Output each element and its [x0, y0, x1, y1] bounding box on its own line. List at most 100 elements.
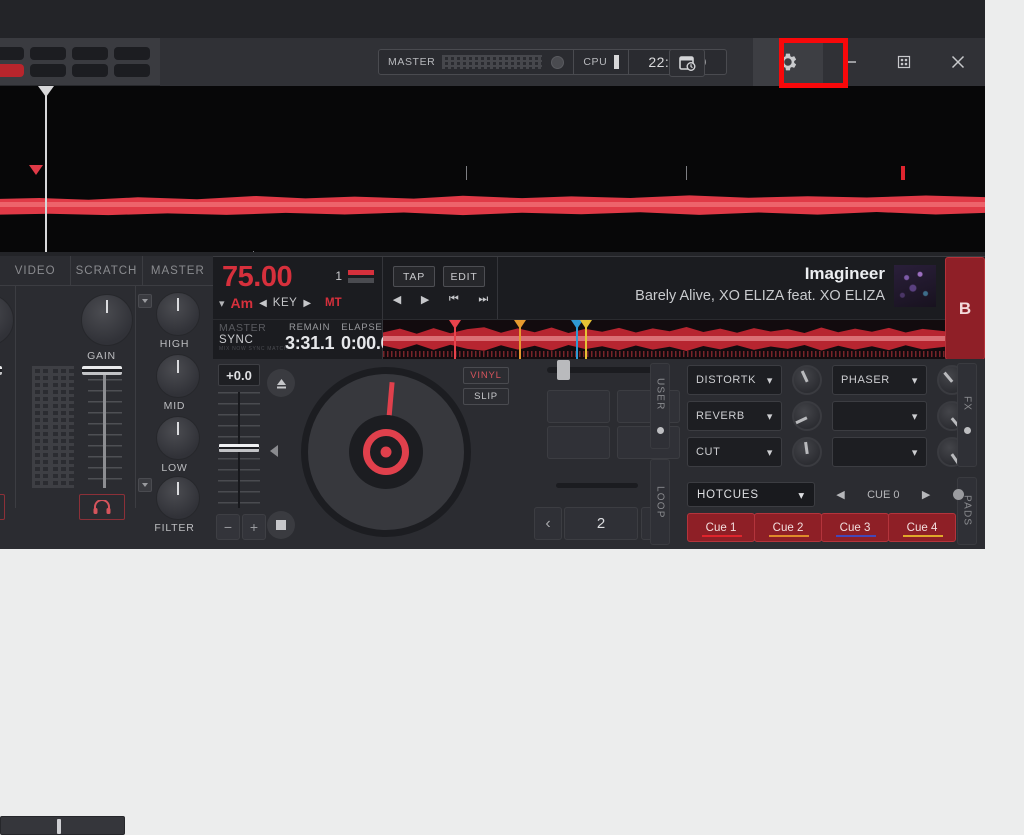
overview-cue-2[interactable] — [514, 320, 526, 360]
sync-column[interactable]: MASTER SYNC MIX NOW SYNC MATCH — [219, 322, 288, 352]
waveform-playhead[interactable] — [45, 86, 47, 252]
tab-master[interactable]: MASTER — [143, 256, 213, 285]
crossfader-strip[interactable] — [0, 816, 125, 835]
hotcue-pad-1[interactable]: Cue 1 — [687, 513, 755, 542]
pitch-fader-track[interactable] — [218, 392, 260, 508]
effect-slider[interactable] — [547, 360, 665, 380]
fx-knob-3[interactable] — [792, 401, 822, 431]
minimize-button[interactable] — [823, 38, 877, 86]
pad-mode-select[interactable]: HOTCUES ▾ — [687, 482, 815, 507]
record-history-button[interactable] — [669, 49, 705, 77]
user-pad-4[interactable] — [617, 426, 680, 459]
fx-knob-5[interactable] — [792, 437, 822, 467]
fx-select-4[interactable]: ▾ — [832, 401, 927, 431]
crossfader-cap[interactable] — [57, 819, 61, 834]
overview-cue-3[interactable] — [570, 320, 583, 360]
master-button[interactable]: MASTER — [219, 322, 288, 334]
master-volume-knob[interactable] — [551, 55, 565, 69]
loop-vertical-tab[interactable]: LOOP — [650, 459, 670, 545]
gain-knob-b[interactable] — [81, 294, 133, 346]
settings-gear-button[interactable] — [753, 38, 823, 86]
fx-select-3[interactable]: REVERB ▾ — [687, 401, 782, 431]
remain-timer[interactable]: REMAIN 3:31.1 — [285, 322, 335, 354]
overview-cue-1[interactable] — [449, 320, 462, 360]
tap-button[interactable]: TAP — [393, 266, 435, 287]
filter-knob[interactable] — [156, 476, 200, 520]
step-back-icon[interactable]: ◀ — [393, 293, 401, 306]
pitch-minus-button[interactable]: − — [216, 514, 240, 540]
hotcue-pad-3[interactable]: Cue 3 — [821, 513, 889, 542]
master-meter-cell[interactable]: MASTER — [379, 50, 575, 74]
mini-pad[interactable] — [114, 47, 150, 60]
waveform-cue-point[interactable] — [29, 165, 43, 175]
chevron-down-icon[interactable]: ▾ — [219, 297, 225, 310]
mini-pad[interactable] — [72, 64, 108, 77]
next-track-icon[interactable]: ⏭ — [478, 293, 488, 306]
fx-select-5[interactable]: CUT ▾ — [687, 437, 782, 467]
gain-knob-a[interactable] — [0, 294, 14, 346]
cue-button-b[interactable] — [79, 494, 125, 520]
restore-button[interactable] — [877, 38, 931, 86]
master-tempo-button[interactable]: MT — [325, 297, 342, 309]
user-pad-2[interactable] — [617, 390, 680, 423]
mini-pad[interactable] — [72, 47, 108, 60]
mid-eq-knob[interactable] — [156, 354, 200, 398]
volume-fader-track-b[interactable] — [100, 368, 110, 488]
fx-select-2[interactable]: PHASER ▾ — [832, 365, 927, 395]
mini-pad-active[interactable] — [0, 64, 24, 77]
user-pad-3[interactable] — [547, 426, 610, 459]
key-up-icon[interactable]: ▶ — [303, 298, 311, 309]
loop-prev-button[interactable]: ‹ — [534, 507, 562, 540]
filter-kill-button[interactable] — [138, 478, 152, 492]
playhead-handle[interactable] — [38, 86, 54, 97]
mini-pad[interactable] — [30, 47, 66, 60]
high-eq-knob[interactable] — [156, 292, 200, 336]
overview-cue-4[interactable] — [579, 320, 592, 360]
main-waveform-display[interactable] — [0, 86, 985, 252]
key-value[interactable]: Am — [231, 295, 254, 311]
pitch-value[interactable]: +0.0 — [218, 364, 260, 386]
cue-record-dot[interactable] — [952, 489, 964, 500]
mini-pad-grid[interactable] — [0, 47, 150, 77]
mini-pad[interactable] — [30, 64, 66, 77]
loop-size-bar[interactable] — [556, 483, 638, 488]
cue-marker[interactable] — [901, 166, 905, 180]
volume-fader-cap-b[interactable] — [81, 366, 122, 375]
pitch-plus-button[interactable]: + — [242, 514, 266, 540]
stop-button[interactable] — [267, 511, 295, 539]
user-vertical-tab[interactable]: USER — [650, 363, 670, 449]
user-pad-1[interactable] — [547, 390, 610, 423]
prev-track-icon[interactable]: ⏮ — [449, 293, 459, 306]
loop-size-value[interactable]: 2 — [564, 507, 638, 540]
vinyl-button[interactable]: VINYL — [463, 367, 509, 384]
fx-select-6[interactable]: ▾ — [832, 437, 927, 467]
mini-pad[interactable] — [0, 47, 24, 60]
cue-next-icon[interactable]: ▶ — [922, 488, 930, 501]
deck-overview-waveform[interactable] — [383, 319, 945, 360]
fx-select-1[interactable]: DISTORTK ▾ — [687, 365, 782, 395]
slip-button[interactable]: SLIP — [463, 388, 509, 405]
jog-wheel[interactable] — [301, 367, 471, 537]
close-button[interactable] — [931, 38, 985, 86]
key-down-icon[interactable]: ◀ — [259, 298, 267, 309]
fx-vertical-tab[interactable]: FX — [957, 363, 977, 467]
eject-button[interactable] — [267, 369, 295, 397]
step-forward-icon[interactable]: ▶ — [421, 293, 429, 306]
slot-bars[interactable] — [348, 269, 374, 283]
sync-button[interactable]: SYNC — [219, 334, 288, 346]
edit-button[interactable]: EDIT — [443, 266, 485, 287]
hotcue-pad-2[interactable]: Cue 2 — [754, 513, 822, 542]
low-eq-knob[interactable] — [156, 416, 200, 460]
volume-fader-cap-a[interactable] — [0, 366, 2, 375]
bpm-value[interactable]: 75.00 — [222, 261, 293, 294]
deck-letter-badge[interactable]: B — [945, 257, 985, 360]
tab-video[interactable]: VIDEO — [0, 256, 72, 285]
mini-pad[interactable] — [114, 64, 150, 77]
track-info-block[interactable]: Imagineer Barely Alive, XO ELIZA feat. X… — [498, 257, 945, 319]
effect-slider-cap[interactable] — [557, 360, 570, 380]
fx-knob-1[interactable] — [792, 365, 822, 395]
tab-scratch[interactable]: SCRATCH — [71, 256, 143, 285]
hotcue-pad-4[interactable]: Cue 4 — [888, 513, 956, 542]
cue-prev-icon[interactable]: ◀ — [836, 488, 844, 501]
eq-kill-high-button[interactable] — [138, 294, 152, 308]
